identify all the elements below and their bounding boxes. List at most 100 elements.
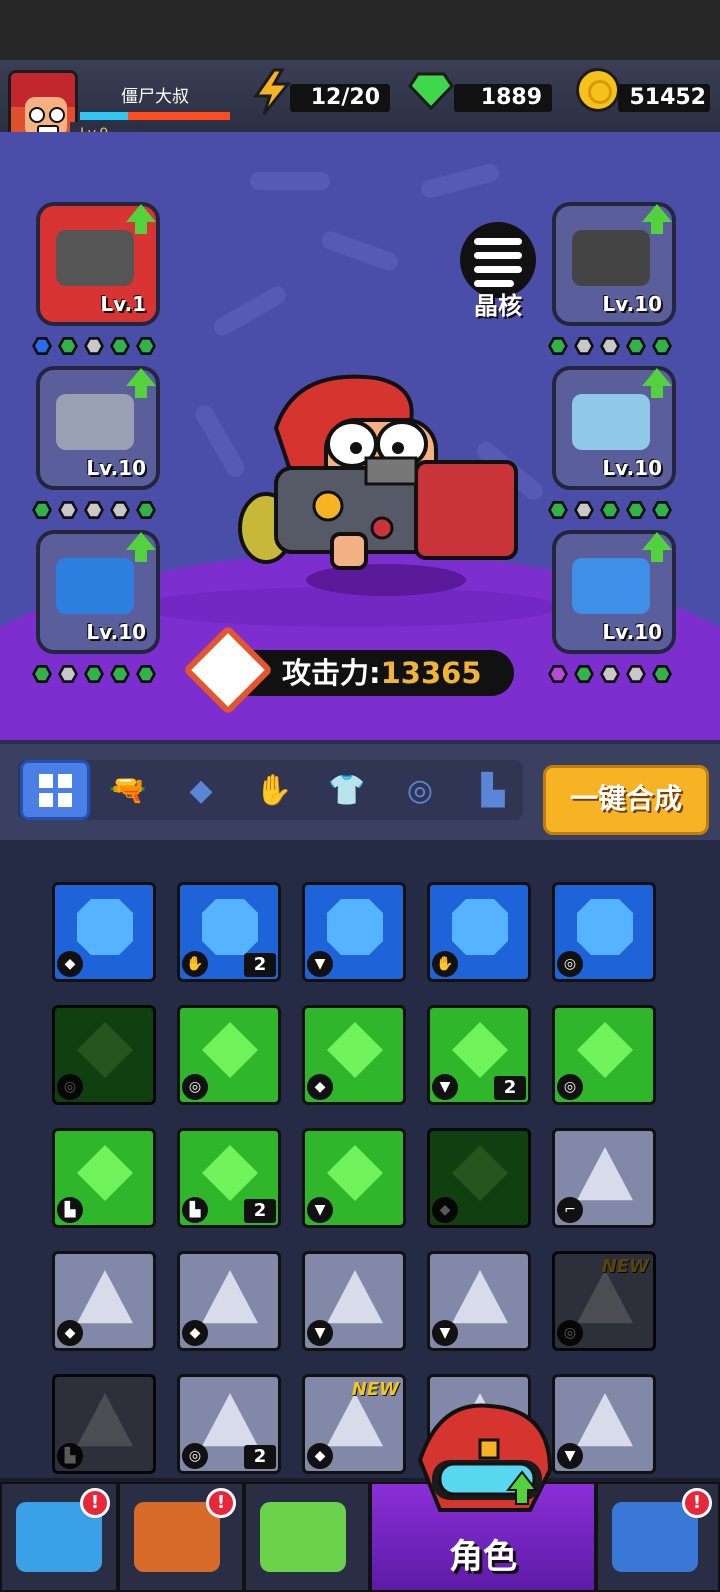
alert-badge-icon: ! <box>206 1488 236 1518</box>
inventory-item[interactable]: ◎ NEW <box>552 1251 656 1351</box>
shirt-icon: ▼ <box>307 951 333 977</box>
quality-dot <box>84 665 104 683</box>
slot-level: Lv.1 <box>100 292 146 316</box>
health-bar <box>80 112 230 120</box>
inventory-item[interactable]: ◎ <box>177 1005 281 1105</box>
quality-dot <box>652 501 672 519</box>
tab-necklace[interactable]: ◆ <box>166 760 236 820</box>
quality-dot <box>626 337 646 355</box>
nav-pets[interactable] <box>244 1482 370 1592</box>
gun-icon: ⌐ <box>557 1197 583 1223</box>
equip-slot-armor[interactable]: Lv.10 <box>552 202 676 326</box>
inventory-item[interactable]: ⌐ <box>552 1128 656 1228</box>
inventory-item[interactable]: ▼ <box>302 1251 406 1351</box>
quality-dot <box>58 665 78 683</box>
quality-dot <box>600 337 620 355</box>
quality-dot <box>574 501 594 519</box>
inventory-item[interactable]: ◆ <box>52 1251 156 1351</box>
quality-dots <box>32 500 156 520</box>
quality-dot <box>548 665 568 683</box>
upgrade-arrow-icon <box>126 532 156 562</box>
shirt-icon: ▼ <box>432 1320 458 1346</box>
slot-level: Lv.10 <box>602 292 662 316</box>
glove-icon: ✋ <box>255 772 293 808</box>
tab-all[interactable] <box>20 760 90 820</box>
slot-level: Lv.10 <box>602 620 662 644</box>
quality-dot <box>32 665 52 683</box>
pet-icon <box>260 1502 346 1572</box>
core-label[interactable]: 晶核 <box>450 286 546 321</box>
quality-dot <box>84 501 104 519</box>
crystal-icon <box>327 1270 383 1324</box>
necklace-icon: ◆ <box>307 1074 333 1100</box>
tab-boots[interactable]: ▙ <box>458 760 528 820</box>
quality-dot <box>58 337 78 355</box>
nav-shop[interactable]: ! <box>0 1482 118 1592</box>
upgrade-arrow-icon <box>642 204 672 234</box>
inventory-item[interactable]: ▙ <box>52 1374 156 1474</box>
equip-slot-belt[interactable]: Lv.10 <box>552 366 676 490</box>
inventory-item[interactable]: ▼ <box>302 1128 406 1228</box>
inventory-item[interactable]: ◆ NEW <box>302 1374 406 1474</box>
tab-belt[interactable]: ◎ <box>385 760 455 820</box>
tab-weapon[interactable]: 🔫 <box>93 760 163 820</box>
boot-icon: ▙ <box>182 1197 208 1223</box>
inventory-item[interactable]: ◎ <box>52 1005 156 1105</box>
quality-dot <box>136 665 156 683</box>
inventory-item[interactable]: ▼ 2 <box>427 1005 531 1105</box>
gem-value: 1889 <box>454 84 552 112</box>
new-tag: NEW <box>351 1379 399 1400</box>
inventory-item[interactable]: ◆ <box>177 1251 281 1351</box>
shirt-icon: ▼ <box>307 1197 333 1223</box>
belt-icon: ◎ <box>557 1320 583 1346</box>
inventory-item[interactable]: ▼ <box>302 882 406 982</box>
inventory-item[interactable]: ◆ <box>427 1128 531 1228</box>
inventory-item[interactable]: ◎ <box>552 882 656 982</box>
glove-icon: ✋ <box>432 951 458 977</box>
belt-icon: ◎ <box>557 1074 583 1100</box>
tab-armor[interactable]: 👕 <box>312 760 382 820</box>
quality-dot <box>652 665 672 683</box>
inventory-item[interactable]: ▙ <box>52 1128 156 1228</box>
equip-slot-gloves[interactable]: Lv.10 <box>36 530 160 654</box>
quality-dots <box>32 336 156 356</box>
quality-dot <box>626 501 646 519</box>
crystal-icon <box>452 1145 508 1201</box>
crystal-icon <box>202 1393 258 1447</box>
crystal-icon <box>202 1145 258 1201</box>
inventory-item[interactable]: ◎ <box>552 1005 656 1105</box>
boot-icon: ▙ <box>57 1443 83 1469</box>
quality-dot <box>574 665 594 683</box>
inventory-item[interactable]: ◆ <box>52 882 156 982</box>
shirt-icon: 👕 <box>328 772 366 808</box>
player-avatar[interactable] <box>8 70 78 140</box>
quality-dot <box>548 501 568 519</box>
necklace-icon <box>56 394 134 450</box>
shirt-icon: ▼ <box>307 1320 333 1346</box>
merge-all-button[interactable]: 一键合成 <box>543 765 709 835</box>
character-nav-avatar-icon <box>417 1403 553 1512</box>
quality-dot <box>110 337 130 355</box>
upgrade-arrow-icon <box>126 368 156 398</box>
item-count: 2 <box>494 1076 526 1100</box>
crystal-icon <box>452 1270 508 1324</box>
inventory-item[interactable]: ✋ 2 <box>177 882 281 982</box>
upgrade-arrow-icon <box>126 204 156 234</box>
tab-gloves[interactable]: ✋ <box>239 760 309 820</box>
equip-slot-necklace[interactable]: Lv.10 <box>36 366 160 490</box>
equip-slot-weapon[interactable]: Lv.1 <box>36 202 160 326</box>
player-name: 僵尸大叔 <box>121 87 189 107</box>
inventory-item[interactable]: ◆ <box>302 1005 406 1105</box>
belt-icon: ◎ <box>406 772 434 808</box>
nav-base[interactable]: ! <box>596 1482 720 1592</box>
crystal-icon <box>327 1022 383 1078</box>
inventory-item[interactable]: ▙ 2 <box>177 1128 281 1228</box>
inventory-item[interactable]: ▼ <box>552 1374 656 1474</box>
inventory-item[interactable]: ◎ 2 <box>177 1374 281 1474</box>
equip-slot-boots[interactable]: Lv.10 <box>552 530 676 654</box>
crystal-icon <box>327 899 383 955</box>
nav-weapons[interactable]: ! <box>118 1482 244 1592</box>
inventory-item[interactable]: ✋ <box>427 882 531 982</box>
crystal-icon <box>577 1022 633 1078</box>
inventory-item[interactable]: ▼ <box>427 1251 531 1351</box>
